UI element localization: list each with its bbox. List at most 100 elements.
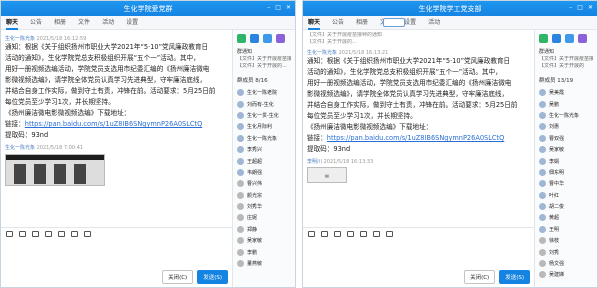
member-item[interactable]: 李娟 [535, 155, 597, 166]
close-button[interactable]: 关闭(C) [464, 270, 496, 284]
member-item[interactable]: 吴建娣 [535, 269, 597, 280]
earlier-message: 【文件】关于开展疫苗接种的通知 [307, 32, 383, 38]
member-item[interactable]: 刘秀华 [233, 201, 295, 212]
tab-album[interactable]: 相册 [356, 16, 368, 30]
minimize-icon[interactable]: – [569, 4, 572, 12]
send-button[interactable]: 发送(S) [499, 270, 530, 284]
member-item[interactable]: 刘而有-生化 [233, 98, 295, 109]
members-header: 群成员 8/16 [237, 78, 268, 84]
avatar [539, 146, 546, 154]
phone-icon[interactable] [237, 34, 246, 43]
member-item[interactable]: 生化一陈光象 [535, 110, 597, 121]
video-icon[interactable] [552, 34, 561, 43]
tab-album[interactable]: 相册 [54, 16, 66, 30]
avatar [237, 191, 244, 199]
phone-icon[interactable] [539, 34, 548, 43]
member-item[interactable]: 曹兴伟 [233, 178, 295, 189]
avatar [237, 260, 244, 268]
member-item[interactable]: 刘惠 [535, 121, 597, 132]
member-item[interactable]: 李鹏 [233, 246, 295, 257]
avatar [237, 180, 244, 188]
screenshot-icon[interactable] [32, 230, 39, 237]
group-title: 生化学院学工党支部 [418, 4, 482, 13]
chat-window-right: 生化学院学工党支部 –□ ✕ 聊天 公告 相册 文件 设置 活动 【文件】关于开展… [302, 0, 598, 288]
member-item[interactable]: 吴家敏 [535, 144, 597, 155]
emoji-icon[interactable] [308, 230, 315, 237]
avatar [539, 248, 546, 256]
input-toolbar [1, 227, 232, 239]
search-input[interactable] [383, 18, 405, 27]
member-item[interactable]: 庄妮 [233, 212, 295, 223]
minimize-icon[interactable]: – [267, 4, 270, 12]
message-input[interactable] [303, 239, 534, 273]
tab-activity[interactable]: 活动 [102, 16, 114, 30]
gif-icon[interactable] [321, 230, 328, 237]
member-item[interactable]: 曹双强 [535, 133, 597, 144]
message-sender: 李明川 2021/5/18 16:13:33 [307, 159, 374, 165]
member-item[interactable]: 吴家敏 [233, 235, 295, 246]
video-thumbnail[interactable] [5, 154, 105, 186]
tab-notice[interactable]: 公告 [30, 16, 42, 30]
tab-activity[interactable]: 活动 [428, 16, 440, 30]
maximize-icon[interactable]: □ [577, 4, 583, 12]
members-header: 群成员 13/19 [539, 78, 574, 84]
tab-settings[interactable]: 设置 [404, 16, 416, 30]
folder-icon[interactable] [347, 230, 354, 237]
avatar [539, 237, 546, 245]
input-toolbar [303, 227, 534, 239]
avatar [237, 157, 244, 165]
member-item[interactable]: 生化一贯-生化 [233, 110, 295, 121]
member-item[interactable]: 王超超 [233, 155, 295, 166]
member-item[interactable]: 颜光宗 [233, 190, 295, 201]
member-item[interactable]: 叶红 [535, 190, 597, 201]
voice-icon[interactable] [373, 230, 380, 237]
member-item[interactable]: 徐枝 [535, 235, 597, 246]
tab-settings[interactable]: 设置 [126, 16, 138, 30]
member-item[interactable]: 董燕敏 [233, 258, 295, 269]
close-button[interactable]: 关闭(C) [162, 270, 194, 284]
tab-chat[interactable]: 聊天 [6, 16, 19, 30]
video-icon[interactable] [250, 34, 259, 43]
member-item[interactable]: 佃东明 [535, 167, 597, 178]
message-input[interactable] [1, 239, 232, 273]
member-item[interactable]: 郑静 [233, 224, 295, 235]
share-screen-icon[interactable] [263, 34, 272, 43]
more-icon[interactable] [84, 230, 91, 237]
member-item[interactable]: 杨文强 [535, 258, 597, 269]
member-item[interactable]: 吴美霞 [535, 87, 597, 98]
close-icon[interactable]: ✕ [286, 4, 291, 12]
tab-notice[interactable]: 公告 [332, 16, 344, 30]
more-apps-icon[interactable] [578, 34, 587, 43]
member-item[interactable]: 李秀兴 [233, 144, 295, 155]
share-screen-icon[interactable] [565, 34, 574, 43]
member-item[interactable]: 胡二俊 [535, 201, 597, 212]
send-button[interactable]: 发送(S) [197, 270, 228, 284]
member-item[interactable]: 王明 [535, 224, 597, 235]
close-icon[interactable]: ✕ [588, 4, 593, 12]
member-item[interactable]: 刘秀 [535, 246, 597, 257]
share-link[interactable]: https://pan.baidu.com/s/1uZ8IB6SNgymnP26… [25, 120, 202, 128]
member-item[interactable]: 生化月际利 [233, 121, 295, 132]
member-item[interactable]: 黄超 [535, 212, 597, 223]
more-apps-icon[interactable] [276, 34, 285, 43]
share-link[interactable]: https://pan.baidu.com/s/1uZ8IB6SNgymnP26… [327, 134, 504, 142]
avatar [237, 100, 244, 108]
file-thumbnail[interactable]: ▤ [307, 167, 347, 183]
avatar [539, 214, 546, 222]
tab-files[interactable]: 文件 [78, 16, 90, 30]
member-item[interactable]: 曹中华 [535, 178, 597, 189]
screenshot-icon[interactable] [334, 230, 341, 237]
member-item[interactable]: 生化一陈老院 [233, 87, 295, 98]
maximize-icon[interactable]: □ [275, 4, 281, 12]
image-icon[interactable] [58, 230, 65, 237]
member-item[interactable]: 生化一陈光象 [233, 133, 295, 144]
gif-icon[interactable] [19, 230, 26, 237]
image-icon[interactable] [360, 230, 367, 237]
voice-icon[interactable] [71, 230, 78, 237]
member-item[interactable]: 吴鹏 [535, 98, 597, 109]
more-icon[interactable] [386, 230, 393, 237]
emoji-icon[interactable] [6, 230, 13, 237]
member-item[interactable]: 韦朗强 [233, 167, 295, 178]
tab-chat[interactable]: 聊天 [308, 16, 321, 30]
folder-icon[interactable] [45, 230, 52, 237]
